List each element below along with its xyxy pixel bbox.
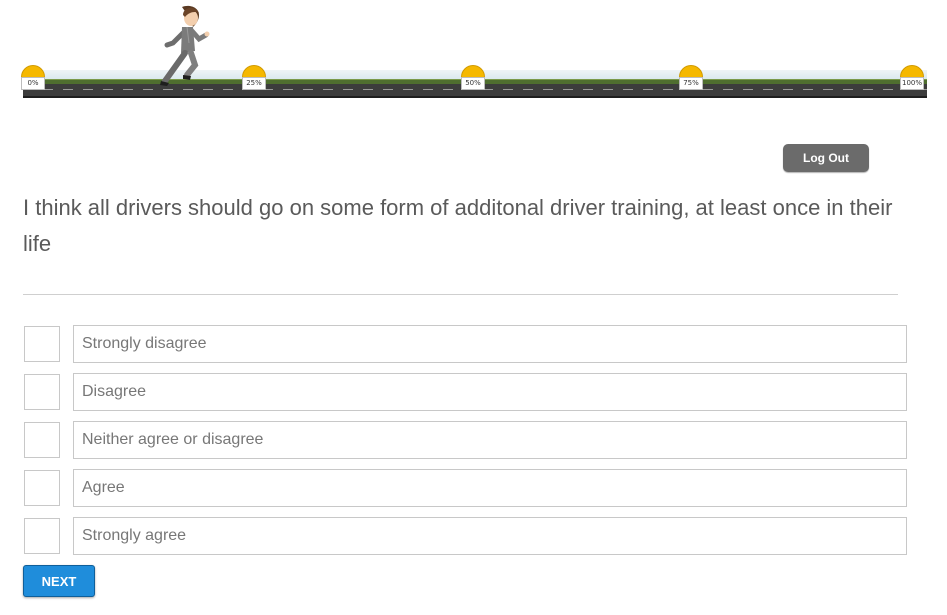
milestone-marker-icon: 100%	[900, 65, 924, 93]
milestone-marker-icon: 0%	[21, 65, 45, 93]
option-row[interactable]: Neither agree or disagree	[23, 421, 907, 459]
running-woman-icon	[160, 5, 210, 86]
option-label[interactable]: Strongly agree	[73, 517, 907, 555]
option-label[interactable]: Agree	[73, 469, 907, 507]
next-button[interactable]: NEXT	[23, 565, 95, 597]
milestone-label: 75%	[679, 77, 703, 90]
option-label[interactable]: Disagree	[73, 373, 907, 411]
option-checkbox[interactable]	[24, 422, 60, 458]
option-row[interactable]: Disagree	[23, 373, 907, 411]
option-label[interactable]: Strongly disagree	[73, 325, 907, 363]
milestone-marker-icon: 50%	[461, 65, 485, 93]
option-checkbox[interactable]	[24, 374, 60, 410]
option-row[interactable]: Agree	[23, 469, 907, 507]
option-label[interactable]: Neither agree or disagree	[73, 421, 907, 459]
option-row[interactable]: Strongly agree	[23, 517, 907, 555]
logout-button[interactable]: Log Out	[783, 144, 869, 172]
divider	[23, 294, 898, 295]
milestone-label: 0%	[21, 77, 45, 90]
option-checkbox[interactable]	[24, 326, 60, 362]
milestone-label: 100%	[900, 77, 924, 90]
milestone-marker-icon: 75%	[679, 65, 703, 93]
option-checkbox[interactable]	[24, 518, 60, 554]
option-checkbox[interactable]	[24, 470, 60, 506]
question-text: I think all drivers should go on some fo…	[23, 195, 893, 256]
milestone-label: 50%	[461, 77, 485, 90]
option-row[interactable]: Strongly disagree	[23, 325, 907, 363]
answer-options: Strongly disagree Disagree Neither agree…	[23, 325, 907, 565]
milestone-label: 25%	[242, 77, 266, 90]
milestone-marker-icon: 25%	[242, 65, 266, 93]
